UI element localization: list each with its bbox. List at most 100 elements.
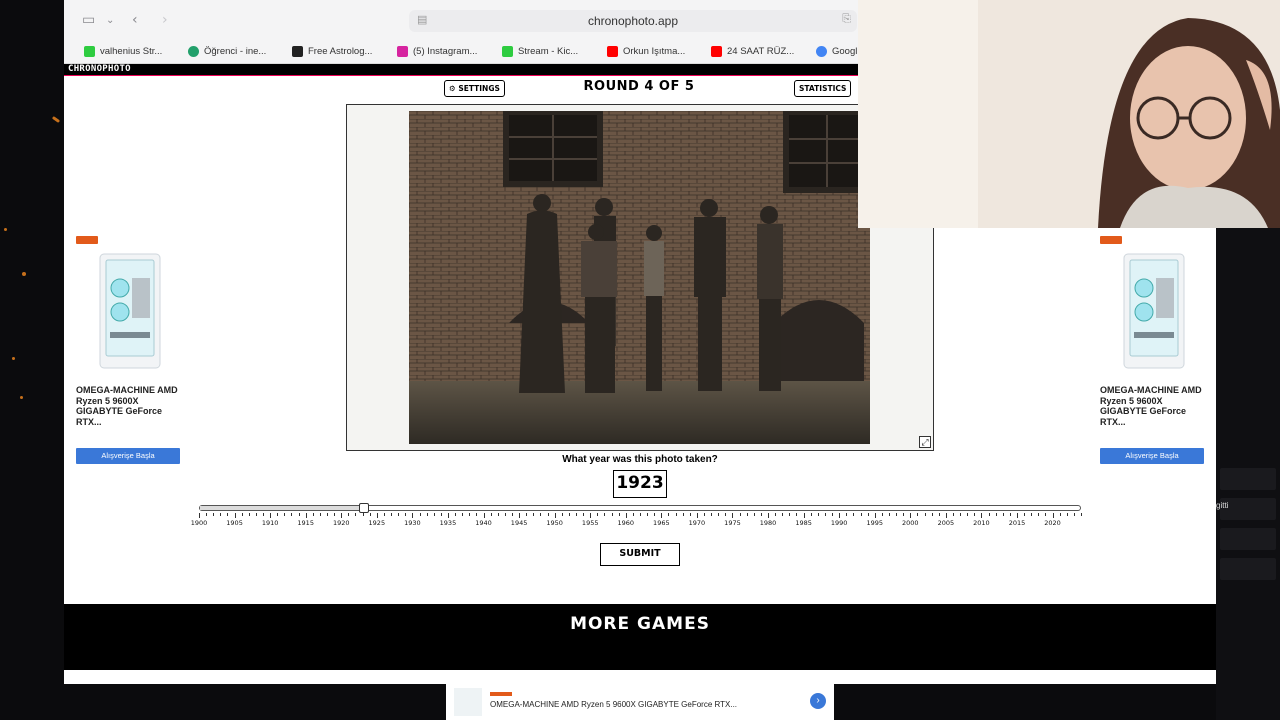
slider-tick-label: 2005 bbox=[937, 519, 955, 527]
slider-tick-label: 2015 bbox=[1008, 519, 1026, 527]
slider-tick bbox=[604, 513, 606, 516]
webcam-video bbox=[858, 0, 1280, 228]
slider-tick bbox=[1059, 513, 1061, 516]
bookmark-item[interactable]: Öğrenci - ine... bbox=[188, 46, 266, 57]
url-text: chronophoto.app bbox=[587, 14, 679, 28]
slider-tick bbox=[298, 513, 300, 516]
slider-tick bbox=[611, 513, 613, 516]
slider-tick bbox=[846, 513, 848, 516]
slider-tick bbox=[455, 513, 457, 516]
shop-now-button[interactable]: Alışverişe Başla bbox=[76, 448, 180, 464]
slider-tick bbox=[291, 513, 293, 516]
slider-tick bbox=[440, 513, 442, 516]
slider-tick bbox=[696, 513, 698, 518]
slider-tick bbox=[568, 513, 570, 516]
chevron-down-icon[interactable]: ⌄ bbox=[106, 15, 114, 26]
slider-tick bbox=[348, 513, 350, 516]
chevron-right-icon[interactable]: › bbox=[810, 693, 826, 709]
slider-tick bbox=[391, 513, 393, 516]
more-games-section: MORE GAMES bbox=[64, 604, 1216, 670]
slider-tick-label: 1985 bbox=[795, 519, 812, 527]
bookmark-favicon-icon bbox=[397, 46, 408, 57]
slider-tick-label: 1930 bbox=[404, 519, 421, 527]
slider-tick bbox=[1024, 513, 1026, 516]
settings-button[interactable]: ⚙ SETTINGS bbox=[444, 80, 505, 97]
year-display: 1923 bbox=[613, 470, 667, 498]
more-games-title: MORE GAMES bbox=[570, 614, 710, 634]
slider-tick-label: 1965 bbox=[653, 519, 670, 527]
slider-tick bbox=[483, 513, 485, 518]
bottom-ad[interactable]: OMEGA-MACHINE AMD Ryzen 5 9600X GIGABYTE… bbox=[446, 684, 834, 720]
forward-icon[interactable]: › bbox=[162, 12, 168, 28]
slider-tick bbox=[1038, 513, 1040, 516]
site-logo[interactable]: CHRONOPHOTO bbox=[68, 64, 131, 74]
bookmark-item[interactable]: (5) Instagram... bbox=[397, 46, 477, 57]
statistics-button[interactable]: STATISTICS bbox=[794, 80, 852, 97]
page-icon: ▤ bbox=[417, 14, 428, 26]
slider-tick bbox=[1045, 513, 1047, 516]
sparkle-decoration bbox=[22, 272, 26, 276]
slider-tick bbox=[881, 513, 883, 516]
slider-tick bbox=[1031, 513, 1033, 516]
slider-tick-label: 1955 bbox=[581, 519, 599, 527]
bookmark-item[interactable]: Googl bbox=[816, 46, 857, 57]
slider-tick bbox=[277, 513, 279, 516]
slider-tick bbox=[241, 513, 243, 516]
slider-tick bbox=[227, 513, 229, 516]
slider-tick-label: 1945 bbox=[510, 519, 528, 527]
slider-tick bbox=[988, 513, 990, 516]
sparkle-decoration bbox=[4, 228, 7, 231]
slider-tick-label: 1920 bbox=[332, 519, 350, 527]
slider-tick bbox=[533, 513, 535, 516]
ad-title: OMEGA-MACHINE AMD Ryzen 5 9600X GIGABYTE… bbox=[1100, 385, 1202, 427]
shop-now-button[interactable]: Alışverişe Başla bbox=[1100, 448, 1204, 464]
bookmark-favicon-icon bbox=[188, 46, 199, 57]
slider-tick bbox=[540, 513, 542, 516]
slider-tick bbox=[263, 513, 265, 516]
slider-tick bbox=[255, 513, 257, 516]
bookmark-item[interactable]: 24 SAAT RÜZ... bbox=[711, 46, 794, 57]
slider-tick bbox=[334, 513, 336, 516]
bookmark-item[interactable]: Stream - Kic... bbox=[502, 46, 578, 57]
back-icon[interactable]: ‹ bbox=[132, 12, 138, 28]
bookmark-item[interactable]: Orkun Işıtma... bbox=[607, 46, 685, 57]
fullscreen-icon[interactable]: ⤢ bbox=[919, 436, 931, 448]
slider-tick bbox=[590, 513, 592, 518]
slider-tick bbox=[760, 513, 762, 516]
slider-tick bbox=[952, 513, 954, 516]
slider-tick bbox=[675, 513, 677, 516]
screen: ▭ ⌄ ‹ › ▤ chronophoto.app ⎘ valhenius St… bbox=[0, 0, 1280, 720]
slider-tick bbox=[967, 513, 969, 516]
slider-tick-label: 1935 bbox=[439, 519, 457, 527]
right-ad[interactable]: OMEGA-MACHINE AMD Ryzen 5 9600X GIGABYTE… bbox=[1100, 236, 1212, 464]
slider-tick bbox=[319, 513, 321, 516]
slider-tick bbox=[305, 513, 307, 518]
slider-tick bbox=[874, 513, 876, 518]
slider-tick bbox=[789, 513, 791, 516]
address-bar[interactable]: ▤ chronophoto.app ⎘ bbox=[409, 10, 857, 32]
slider-tick bbox=[796, 513, 798, 516]
slider-tick bbox=[469, 513, 471, 516]
submit-button[interactable]: SUBMIT bbox=[600, 543, 680, 566]
left-ad[interactable]: OMEGA-MACHINE AMD Ryzen 5 9600X GIGABYTE… bbox=[76, 236, 188, 464]
slider-tick bbox=[839, 513, 841, 518]
slider-tick bbox=[832, 513, 834, 516]
bookmark-item[interactable]: Free Astrolog... bbox=[292, 46, 372, 57]
slider-tick-label: 1990 bbox=[830, 519, 848, 527]
sidebar-toggle-icon[interactable]: ▭ bbox=[82, 12, 95, 28]
slider-tick bbox=[199, 513, 200, 518]
slider-tick bbox=[554, 513, 556, 518]
slider-tick-label: 2010 bbox=[973, 519, 990, 527]
slider-tick-label: 1950 bbox=[546, 519, 563, 527]
reader-icon[interactable]: ⎘ bbox=[842, 13, 851, 26]
slider-tick bbox=[725, 513, 727, 516]
slider-thumb[interactable] bbox=[358, 503, 369, 513]
year-slider[interactable] bbox=[199, 503, 1081, 513]
slider-tick-label: 1970 bbox=[688, 519, 706, 527]
bookmark-item[interactable]: valhenius Str... bbox=[84, 46, 162, 57]
slider-tick bbox=[511, 513, 513, 516]
slider-tick bbox=[732, 513, 734, 518]
photo-frame: ⤢ bbox=[346, 104, 934, 451]
slider-tick bbox=[718, 513, 720, 516]
slider-tick bbox=[860, 513, 862, 516]
